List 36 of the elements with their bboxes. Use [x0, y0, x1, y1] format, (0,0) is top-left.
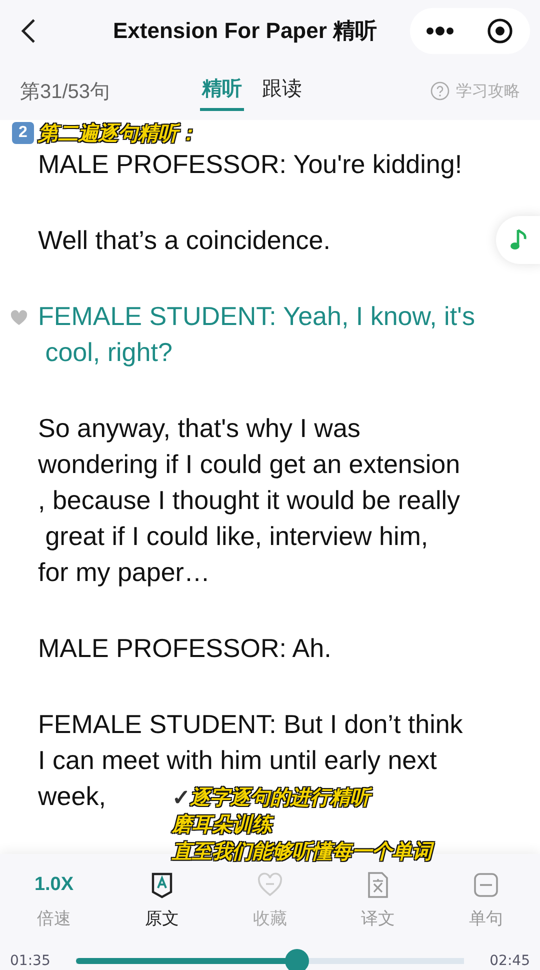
heart-icon[interactable]: [10, 310, 28, 326]
slider-thumb[interactable]: [285, 949, 310, 970]
toolbar-item[interactable]: 1.0X 倍速: [14, 870, 94, 931]
toolbar-item[interactable]: 译文: [338, 870, 418, 931]
transcript-line: wondering if I could get an extension: [38, 448, 460, 481]
heart-icon: [256, 871, 284, 899]
overlay-caption: 磨耳朵训练: [172, 812, 272, 838]
overlay-caption: 逐字逐句的进行精听: [190, 784, 370, 811]
overlay-heading: 第二遍逐句精听：: [38, 122, 198, 146]
toolbar-item[interactable]: 单句: [446, 870, 526, 931]
mode-tab[interactable]: 精听: [200, 71, 244, 111]
total-time: 02:45: [488, 953, 530, 969]
overlay-caption: 直至我们能够听懂每一个单词: [172, 838, 432, 865]
help-icon[interactable]: [430, 81, 450, 101]
guide-link[interactable]: 学习攻略: [456, 80, 520, 102]
transcript-line: FEMALE STUDENT: But I don’t think: [38, 708, 463, 741]
transcript-line: MALE PROFESSOR: You're kidding!: [38, 148, 462, 181]
mode-tab[interactable]: 跟读: [260, 71, 304, 111]
toolbar-item[interactable]: 原文: [122, 870, 202, 931]
transcript-line: Well that’s a coincidence.: [38, 224, 330, 257]
transcript-line: MALE PROFESSOR: Ah.: [38, 632, 332, 665]
number-badge: 2: [12, 122, 34, 144]
transcript-line: great if I could like, interview him,: [44, 520, 428, 553]
elapsed-time: 01:35: [10, 953, 52, 969]
transcript-line: I can meet with him until early next: [38, 744, 437, 777]
sentence-counter: 第31/53句: [20, 80, 112, 104]
transcript-line: So anyway, that's why I was: [38, 412, 360, 445]
transcript-line: week,: [38, 780, 106, 813]
check-mark: ✓: [172, 784, 190, 810]
transcript-line: , because I thought it would be really: [38, 484, 460, 517]
minus-square-icon: [472, 871, 500, 899]
page-title: Extension For Paper 精听: [112, 17, 378, 45]
transcript-line: FEMALE STUDENT: Yeah, I know, it's: [38, 300, 476, 333]
transcript-line: for my paper…: [38, 556, 210, 589]
transcript-line: cool, right?: [44, 336, 172, 369]
music-float-button[interactable]: [496, 216, 540, 264]
